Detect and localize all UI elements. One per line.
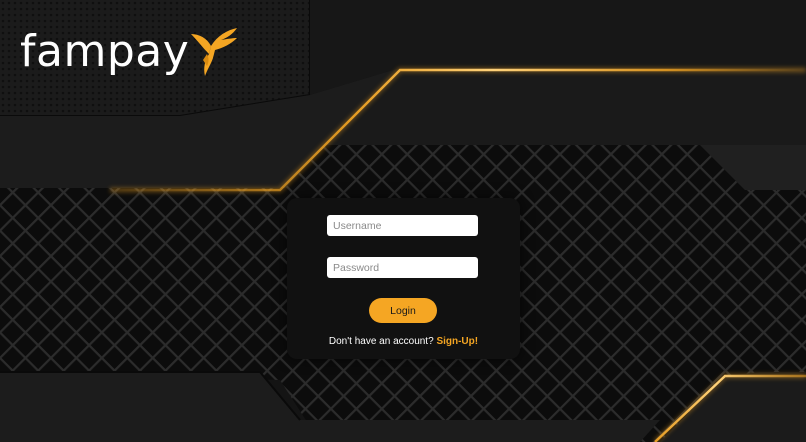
signup-link[interactable]: Sign-Up! — [436, 336, 478, 347]
brand-logo: fampay — [20, 22, 239, 82]
login-card: Login Don't have an account? Sign-Up! — [287, 198, 520, 359]
password-input[interactable] — [327, 257, 478, 278]
login-button[interactable]: Login — [369, 298, 437, 323]
bird-logo-icon — [191, 28, 238, 76]
username-input[interactable] — [327, 215, 478, 236]
signup-prompt-text: Don't have an account? — [328, 336, 437, 347]
brand-name: fampay — [20, 26, 190, 77]
login-page: fampay Login Don't have an account? Sign… — [0, 0, 806, 442]
signup-prompt: Don't have an account? Sign-Up! — [287, 336, 520, 347]
